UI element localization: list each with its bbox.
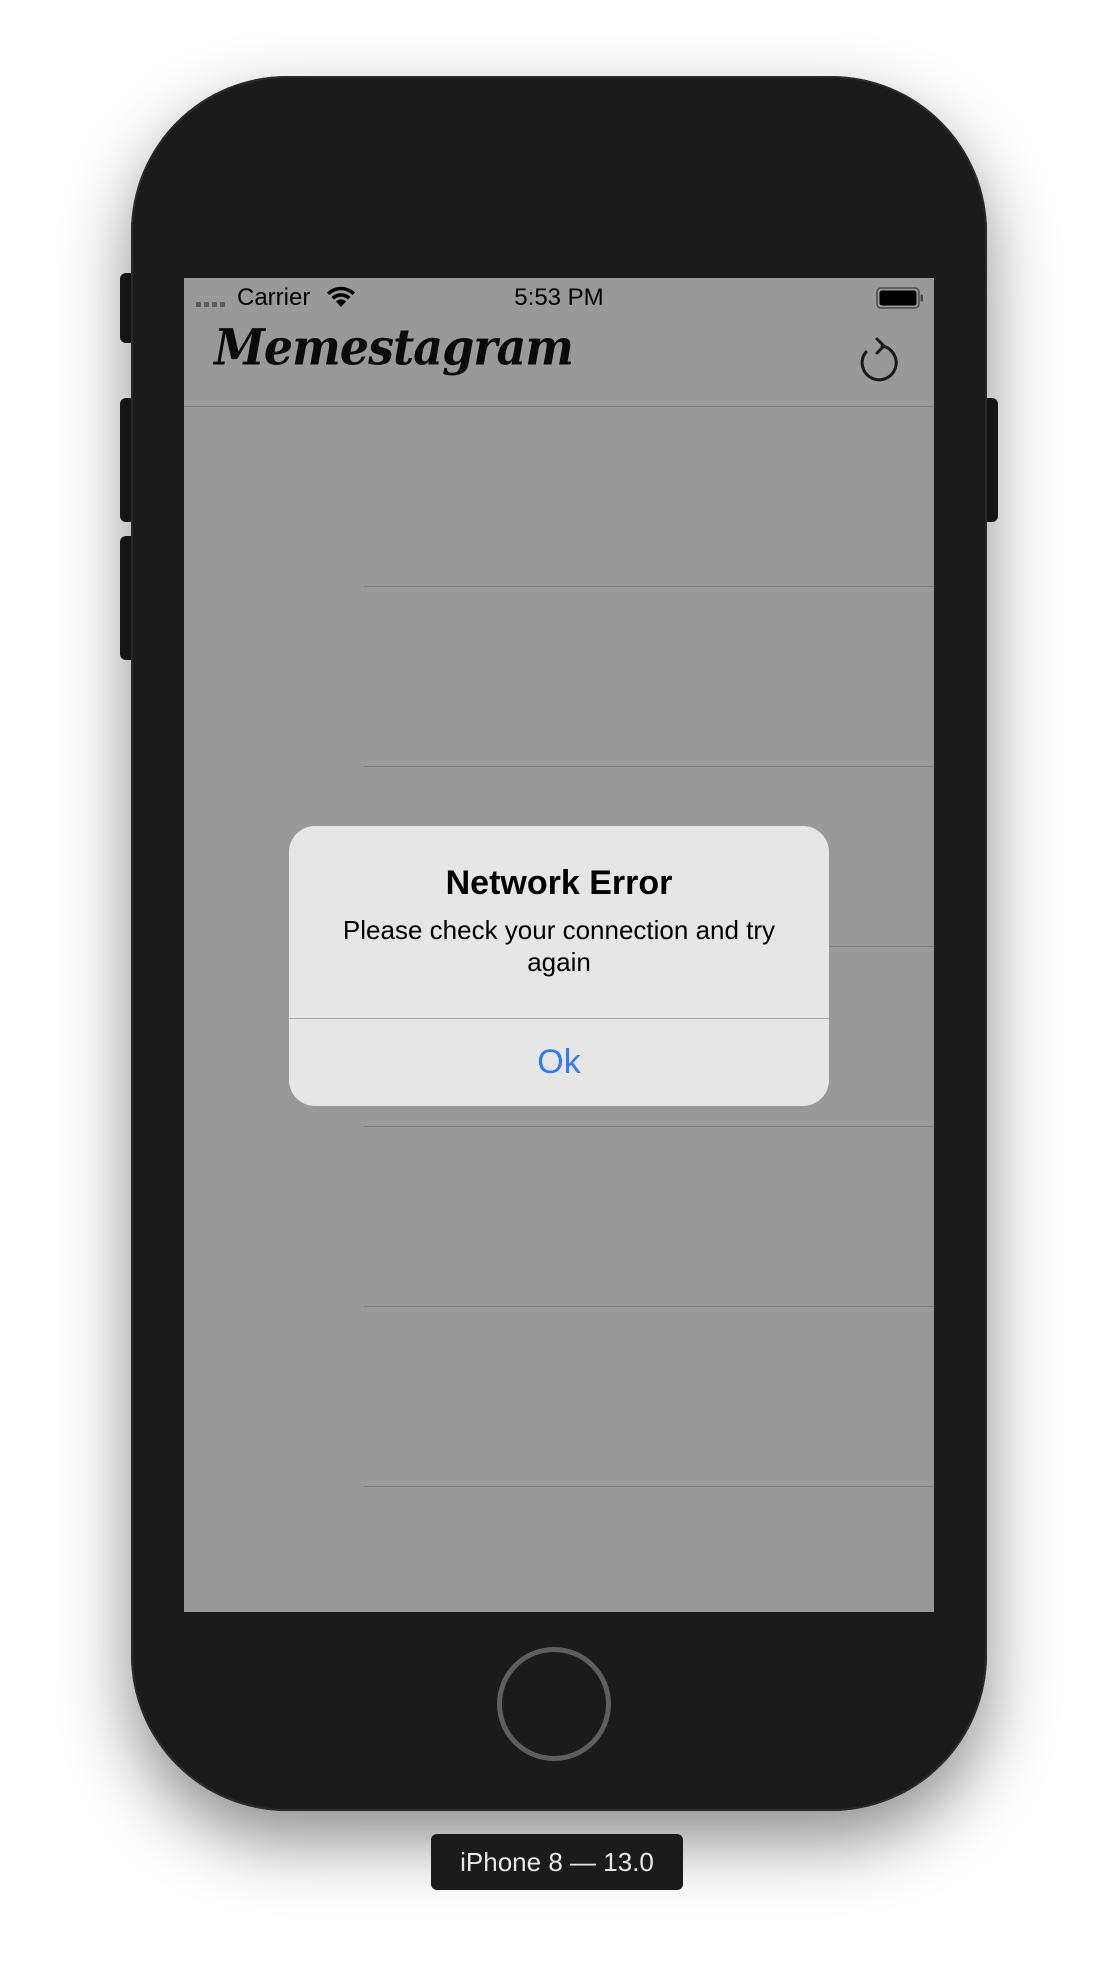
app-logo-title: Memestagram xyxy=(214,317,574,377)
list-item[interactable] xyxy=(364,1127,934,1307)
status-bar: Carrier 5:53 PM xyxy=(184,278,934,318)
alert-title: Network Error xyxy=(445,864,673,902)
network-error-alert: Network Error Please check your connecti… xyxy=(289,826,829,1106)
clock-time: 5:53 PM xyxy=(514,284,604,311)
home-button[interactable] xyxy=(497,1647,611,1761)
app-screen: Carrier 5:53 PM Memestagram Network Erro… xyxy=(184,278,934,1612)
navigation-bar: Memestagram xyxy=(184,318,934,407)
ok-button[interactable]: Ok xyxy=(289,1019,829,1106)
simulator-window: Carrier 5:53 PM Memestagram Network Erro… xyxy=(0,0,1118,1962)
alert-message: Please check your connection and try aga… xyxy=(342,915,776,977)
list-item[interactable] xyxy=(364,407,934,587)
list-item[interactable] xyxy=(364,587,934,767)
device-label: iPhone 8 — 13.0 xyxy=(431,1834,683,1890)
list-item[interactable] xyxy=(364,1307,934,1487)
refresh-icon[interactable] xyxy=(852,336,904,388)
battery-full-icon xyxy=(876,287,923,309)
